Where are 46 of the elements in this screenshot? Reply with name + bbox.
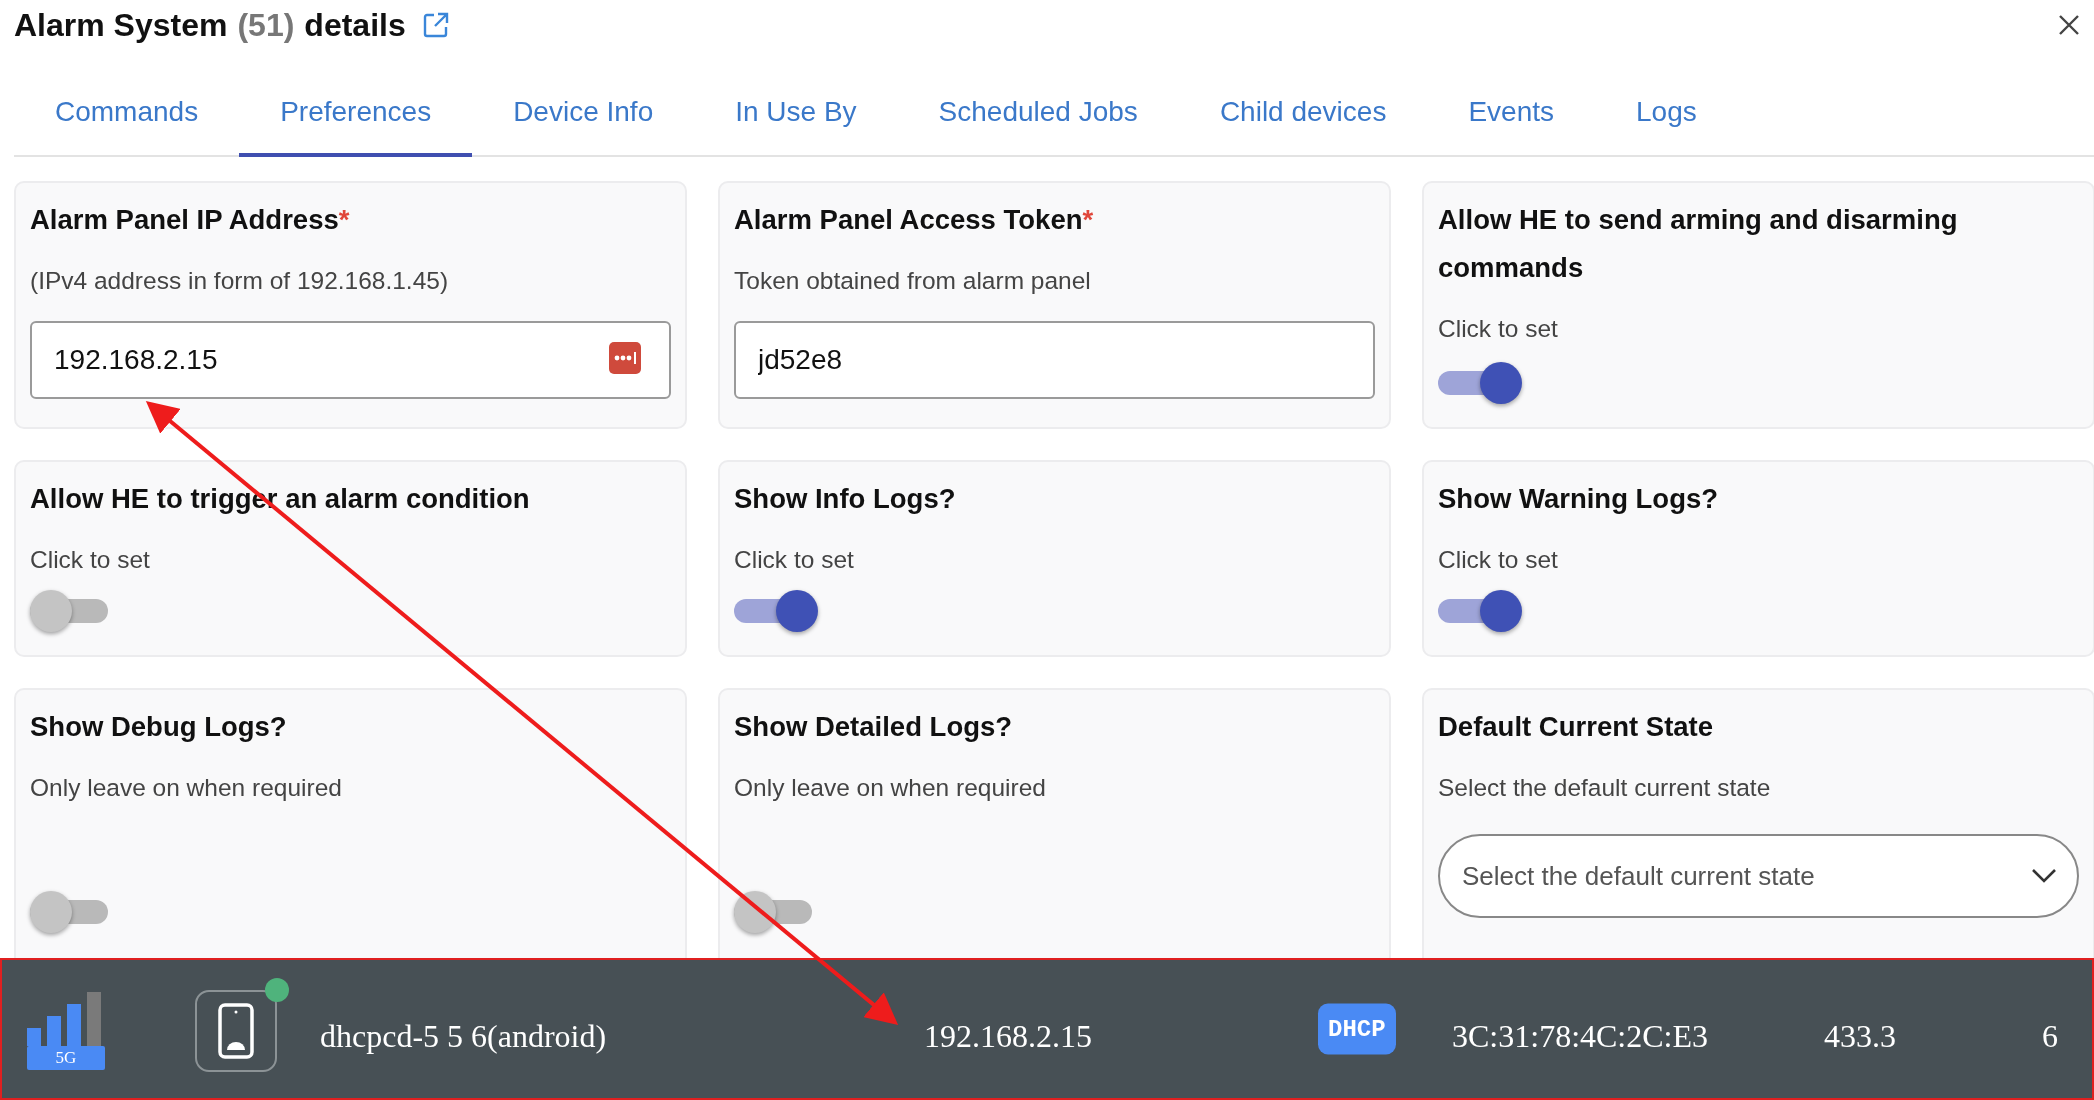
- toggle-switch[interactable]: [1438, 590, 1522, 632]
- phone-icon: [218, 1003, 254, 1059]
- preference-title: Default Current State: [1438, 710, 1715, 744]
- device-count-value: 6: [2042, 1017, 2058, 1055]
- preference-description: Only leave on when required: [734, 773, 1047, 803]
- preference-title: Show Info Logs?: [734, 482, 957, 516]
- external-link-icon[interactable]: [421, 11, 450, 39]
- mac-address: 3C:31:78:4C:2C:E3: [1452, 1017, 1709, 1055]
- password-manager-icon[interactable]: [609, 342, 641, 374]
- preference-description: Only leave on when required: [30, 773, 343, 803]
- device-count: (51): [237, 6, 295, 44]
- dropdown[interactable]: Select the default current state: [1438, 834, 2079, 918]
- device-name: dhcpcd-5 5 6(android): [320, 1017, 607, 1055]
- tab[interactable]: Child devices: [1178, 70, 1428, 157]
- ip-address: 192.168.2.15: [924, 1017, 1092, 1055]
- tab[interactable]: Scheduled Jobs: [897, 70, 1179, 157]
- tab[interactable]: Logs: [1595, 70, 1738, 157]
- preference-description: Click to set: [30, 545, 151, 575]
- preference-title: Show Debug Logs?: [30, 710, 288, 744]
- toggle-switch[interactable]: [1438, 362, 1522, 404]
- preference-description: Click to set: [1438, 545, 1559, 575]
- preference-title: Allow HE to send arming and disarming commands: [1438, 203, 1959, 285]
- tab[interactable]: In Use By: [694, 70, 898, 157]
- toggle-switch[interactable]: [734, 590, 818, 632]
- dhcp-badge: DHCP: [1318, 1003, 1396, 1055]
- tab[interactable]: Device Info: [472, 70, 695, 157]
- preference-description: Click to set: [1438, 314, 1559, 344]
- preference-title: Alarm Panel Access Token*: [734, 203, 1095, 237]
- close-icon[interactable]: [2058, 14, 2080, 36]
- preference-description: Click to set: [734, 545, 855, 575]
- preference-title: Show Warning Logs?: [1438, 482, 1720, 516]
- band-label: 5G: [27, 1046, 105, 1070]
- tab[interactable]: Commands: [14, 70, 240, 157]
- preference-title: Show Detailed Logs?: [734, 710, 1014, 744]
- input-field[interactable]: 192.168.2.15: [30, 321, 671, 399]
- dialog-title-suffix: details: [304, 6, 406, 44]
- dialog-title: Alarm System: [14, 6, 228, 44]
- preference-description: Select the default current state: [1438, 773, 1772, 803]
- preference-description: (IPv4 address in form of 192.168.1.45): [30, 266, 450, 296]
- tab[interactable]: Events: [1427, 70, 1595, 157]
- input-field[interactable]: jd52e8: [734, 321, 1375, 399]
- tab[interactable]: Preferences: [239, 70, 473, 157]
- device-value: 433.3: [1824, 1017, 1896, 1055]
- preference-description: Token obtained from alarm panel: [734, 266, 1092, 296]
- preference-title: Alarm Panel IP Address*: [30, 203, 351, 237]
- chevron-down-icon: [2031, 868, 2057, 884]
